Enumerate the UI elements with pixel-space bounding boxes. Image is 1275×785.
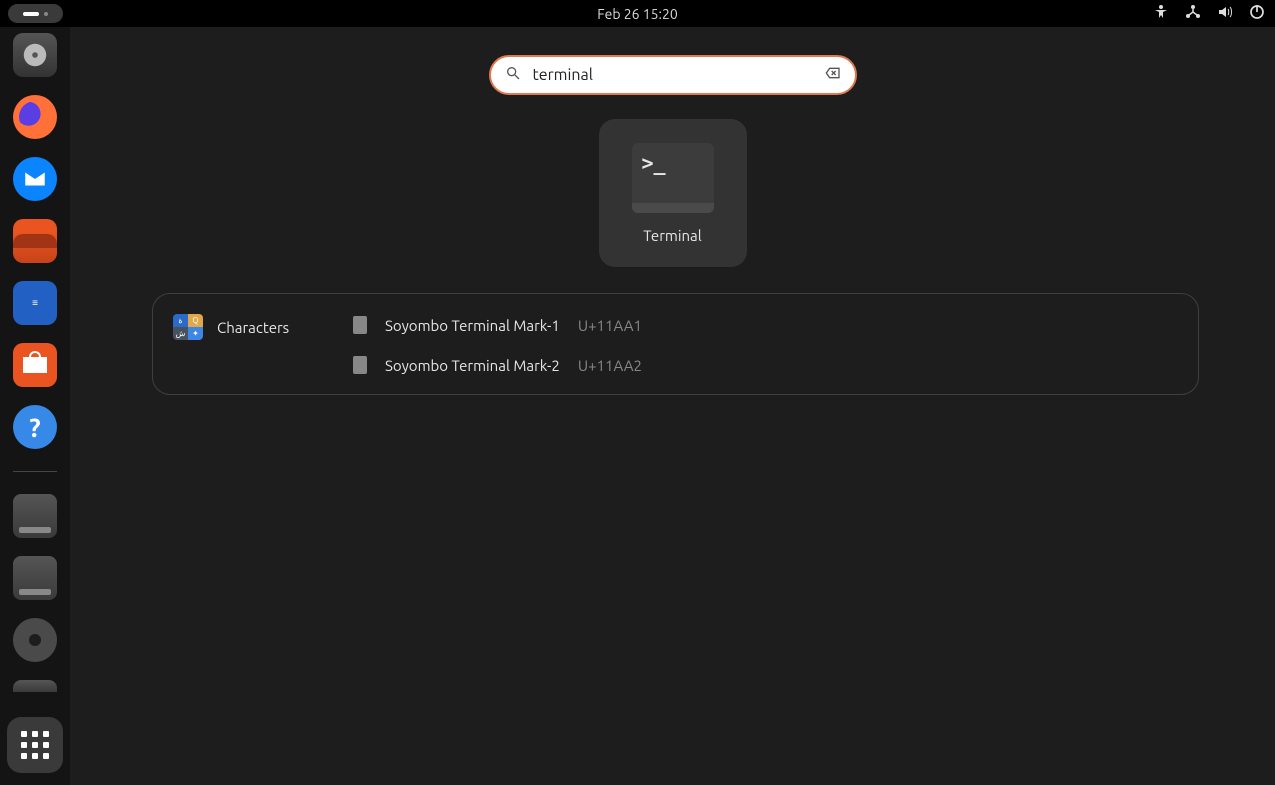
status-area[interactable] xyxy=(1153,4,1265,23)
characters-results-section: ةQش✦ Characters Soyombo Terminal Mark-1 … xyxy=(152,293,1199,395)
characters-result-list: Soyombo Terminal Mark-1 U+11AA1 Soyombo … xyxy=(353,314,642,374)
dock-mount-cd[interactable] xyxy=(13,618,57,662)
app-result-label: Terminal xyxy=(643,227,701,244)
characters-app-icon: ةQش✦ xyxy=(173,314,203,340)
glyph-icon xyxy=(353,356,367,374)
characters-provider-header[interactable]: ةQش✦ Characters xyxy=(173,314,333,340)
power-icon[interactable] xyxy=(1249,4,1265,23)
dock-separator xyxy=(13,471,57,472)
dock-app-disks[interactable] xyxy=(13,33,57,77)
dock-app-help[interactable]: ? xyxy=(13,405,57,449)
characters-label: Characters xyxy=(217,319,289,336)
search-input[interactable] xyxy=(533,66,813,84)
dock-app-writer[interactable]: ≡ xyxy=(13,281,57,325)
character-name: Soyombo Terminal Mark-2 xyxy=(385,357,560,374)
dock-mount-drive-2[interactable] xyxy=(13,556,57,600)
show-apps-button[interactable] xyxy=(7,717,63,773)
search-result-app-terminal[interactable]: >_ Terminal xyxy=(599,119,747,267)
volume-icon[interactable] xyxy=(1217,4,1233,23)
dock-app-software[interactable] xyxy=(13,343,57,387)
dock: ≡ ? xyxy=(0,27,70,785)
clear-search-icon[interactable] xyxy=(825,65,841,85)
terminal-icon: >_ xyxy=(632,143,714,213)
search-icon xyxy=(505,65,521,85)
dock-app-files[interactable] xyxy=(13,219,57,263)
dock-app-thunderbird[interactable] xyxy=(13,157,57,201)
character-code: U+11AA2 xyxy=(578,357,642,374)
activities-button[interactable] xyxy=(8,4,63,23)
search-field[interactable] xyxy=(489,55,857,95)
character-result-row[interactable]: Soyombo Terminal Mark-1 U+11AA1 xyxy=(353,316,642,334)
character-name: Soyombo Terminal Mark-1 xyxy=(385,317,560,334)
dock-mount-drive-1[interactable] xyxy=(13,494,57,538)
clock[interactable]: Feb 26 15:20 xyxy=(597,6,678,22)
accessibility-icon[interactable] xyxy=(1153,4,1169,23)
dock-mount-partial[interactable] xyxy=(13,680,57,692)
character-result-row[interactable]: Soyombo Terminal Mark-2 U+11AA2 xyxy=(353,356,642,374)
network-icon[interactable] xyxy=(1185,4,1201,23)
dock-app-firefox[interactable] xyxy=(13,95,57,139)
top-bar: Feb 26 15:20 xyxy=(0,0,1275,27)
character-code: U+11AA1 xyxy=(578,317,642,334)
activities-overview: >_ Terminal ةQش✦ Characters Soyombo Term… xyxy=(70,27,1275,785)
glyph-icon xyxy=(353,316,367,334)
